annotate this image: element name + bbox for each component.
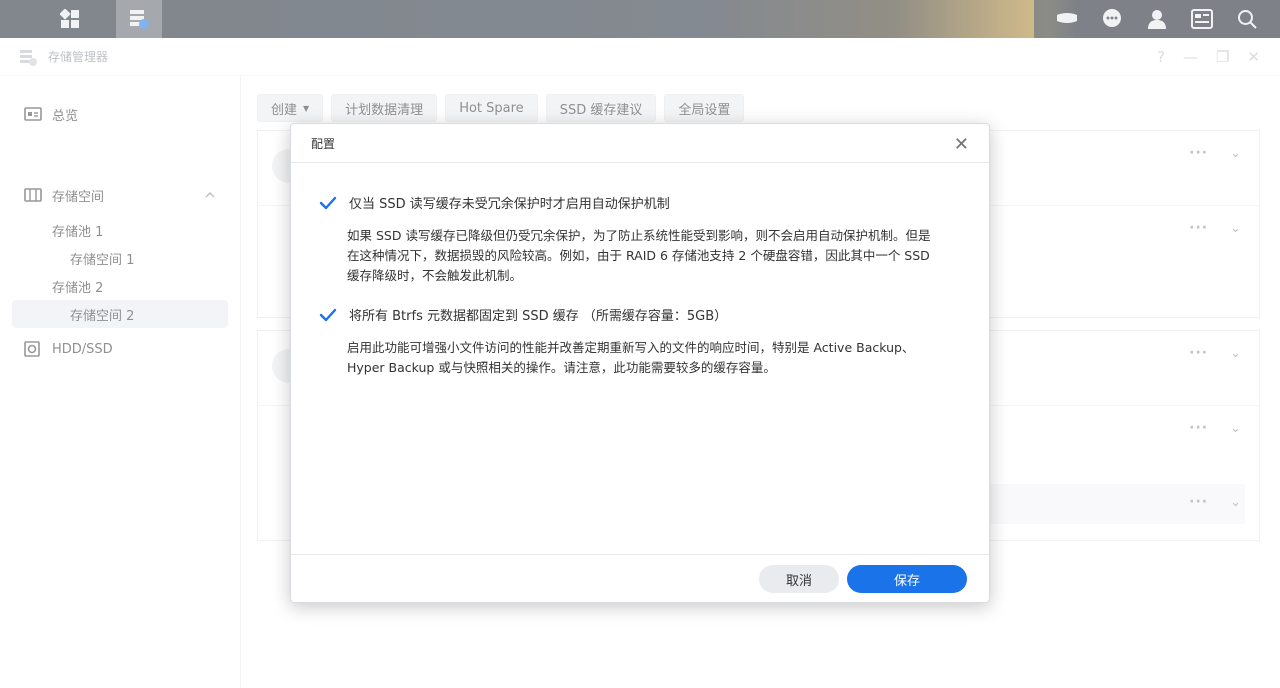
description-line: 缓存降级时，不会触发此机制。 — [347, 268, 523, 283]
option-description: 启用此功能可增强小文件访问的性能并改善定期重新写入的文件的响应时间，特别是 Ac… — [347, 338, 967, 378]
option-pin-metadata[interactable]: 将所有 Btrfs 元数据都固定到 SSD 缓存 （所需缓存容量：5GB） — [319, 305, 727, 324]
checkbox-checked-icon[interactable] — [319, 194, 337, 212]
save-button[interactable]: 保存 — [847, 565, 967, 593]
description-line: 如果 SSD 读写缓存已降级但仍受冗余保护，为了防止系统性能受到影响，则不会启用… — [347, 228, 931, 243]
description-line: 在这种情况下，数据损毁的风险较高。例如，由于 RAID 6 存储池支持 2 个硬… — [347, 248, 930, 263]
option-description: 如果 SSD 读写缓存已降级但仍受冗余保护，为了防止系统性能受到影响，则不会启用… — [347, 226, 967, 286]
option-auto-protect[interactable]: 仅当 SSD 读写缓存未受冗余保护时才启用自动保护机制 — [319, 193, 670, 212]
description-line: 启用此功能可增强小文件访问的性能并改善定期重新写入的文件的响应时间，特别是 Ac… — [347, 340, 915, 355]
cancel-button[interactable]: 取消 — [759, 565, 839, 593]
dialog-title: 配置 — [311, 136, 336, 151]
dialog-header: 配置 — [291, 124, 989, 163]
config-dialog: 配置 ✕ 仅当 SSD 读写缓存未受冗余保护时才启用自动保护机制 如果 SSD … — [290, 123, 990, 603]
description-line: Hyper Backup 或与快照相关的操作。请注意，此功能需要较多的缓存容量。 — [347, 360, 776, 375]
checkbox-checked-icon[interactable] — [319, 306, 337, 324]
option-label: 将所有 Btrfs 元数据都固定到 SSD 缓存 （所需缓存容量：5GB） — [349, 309, 728, 324]
option-label: 仅当 SSD 读写缓存未受冗余保护时才启用自动保护机制 — [349, 197, 670, 212]
dialog-footer: 取消 保存 — [291, 554, 989, 602]
close-icon[interactable]: ✕ — [954, 134, 969, 155]
